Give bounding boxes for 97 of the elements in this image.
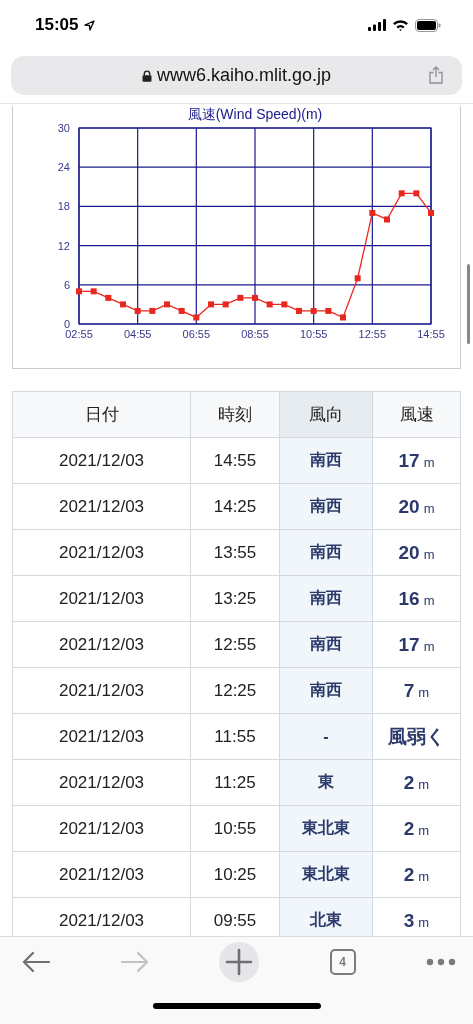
data-point (237, 294, 244, 301)
data-point (340, 314, 346, 321)
speed-cell: 2 m (372, 851, 461, 898)
y-axis-label: 12 (57, 239, 70, 252)
location-arrow-icon (84, 19, 96, 31)
x-axis-label: 08:55 (241, 328, 269, 340)
data-point (325, 307, 332, 314)
time-cell: 10:25 (190, 851, 280, 898)
time-cell: 11:25 (190, 759, 280, 806)
data-point (193, 314, 200, 321)
data-point (164, 301, 170, 308)
data-point (296, 307, 302, 314)
tab-count-button[interactable]: 4 (329, 949, 356, 975)
direction-cell: 東北東 (279, 805, 373, 852)
speed-cell: 風弱く (372, 713, 461, 760)
column-header: 風向 (279, 391, 373, 438)
x-axis-label: 04:55 (123, 328, 152, 340)
date-cell: 2021/12/03 (12, 851, 191, 898)
date-cell: 2021/12/03 (12, 759, 191, 806)
data-point (90, 288, 97, 295)
speed-cell: 20 m (372, 483, 461, 530)
speed-cell: 2 m (372, 759, 461, 806)
time-cell: 13:25 (190, 575, 280, 622)
time-cell: 14:55 (190, 437, 280, 484)
speed-cell: 17 m (372, 621, 461, 668)
speed-cell: 20 m (372, 529, 461, 576)
time-cell: 13:55 (190, 529, 280, 576)
time-cell: 11:55 (190, 713, 280, 760)
speed-cell: 16 m (372, 575, 461, 622)
time-cell: 14:25 (190, 483, 280, 530)
data-point (310, 307, 317, 314)
direction-cell: 南西 (279, 667, 373, 714)
data-point (252, 294, 258, 301)
column-header: 日付 (12, 391, 191, 438)
data-point (369, 209, 376, 216)
date-cell: 2021/12/03 (12, 575, 191, 622)
data-point (281, 301, 288, 308)
y-axis-label: 0 (63, 318, 70, 330)
column-header: 風速 (372, 391, 461, 438)
speed-cell: 17 m (372, 437, 461, 484)
x-axis-label: 12:55 (358, 328, 387, 340)
x-axis-label: 02:55 (65, 328, 93, 340)
direction-cell: 南西 (279, 575, 373, 622)
status-time: 15:05 (35, 15, 79, 35)
y-axis-label: 6 (63, 278, 70, 291)
data-point (428, 209, 434, 216)
date-cell: 2021/12/03 (12, 667, 191, 714)
date-cell: 2021/12/03 (12, 529, 191, 576)
x-axis-label: 14:55 (417, 328, 445, 340)
date-cell: 2021/12/03 (12, 483, 191, 530)
chart-title: 風速(Wind Speed)(m) (187, 106, 323, 122)
y-axis-label: 18 (57, 200, 70, 213)
signal-icon (368, 19, 386, 31)
data-point (208, 301, 214, 308)
data-point (120, 301, 126, 308)
lock-icon (141, 69, 152, 82)
data-point (134, 307, 141, 314)
data-point (398, 190, 405, 197)
date-cell: 2021/12/03 (12, 713, 191, 760)
data-point (413, 190, 420, 197)
direction-cell: 南西 (279, 483, 373, 530)
direction-cell: 南西 (279, 437, 373, 484)
date-cell: 2021/12/03 (12, 805, 191, 852)
wifi-icon (392, 19, 409, 31)
data-point (178, 307, 185, 314)
address-bar[interactable]: www6.kaiho.mlit.go.jp (11, 56, 462, 95)
url-text: www6.kaiho.mlit.go.jp (156, 65, 332, 86)
direction-cell: 北東 (279, 897, 373, 936)
time-cell: 10:55 (190, 805, 280, 852)
battery-icon (415, 18, 441, 32)
x-axis-label: 06:55 (182, 328, 211, 340)
x-axis-label: 10:55 (299, 328, 328, 340)
data-point (222, 301, 229, 308)
time-cell: 12:25 (190, 667, 280, 714)
direction-cell: 南西 (279, 529, 373, 576)
more-icon[interactable] (426, 958, 456, 966)
direction-cell: - (279, 713, 373, 760)
direction-cell: 東 (279, 759, 373, 806)
column-header: 時刻 (190, 391, 280, 438)
back-icon[interactable] (22, 951, 50, 973)
data-point (76, 288, 82, 295)
speed-cell: 7 m (372, 667, 461, 714)
data-point (149, 307, 156, 314)
data-point (354, 275, 361, 282)
direction-cell: 東北東 (279, 851, 373, 898)
speed-cell: 2 m (372, 805, 461, 852)
data-point (105, 294, 112, 301)
time-cell: 12:55 (190, 621, 280, 668)
date-cell: 2021/12/03 (12, 621, 191, 668)
data-point (384, 216, 390, 223)
data-point (266, 301, 273, 308)
y-axis-label: 24 (57, 161, 70, 174)
share-icon[interactable] (429, 66, 443, 84)
y-axis-label: 30 (57, 122, 70, 134)
new-tab-button[interactable] (219, 942, 259, 982)
date-cell: 2021/12/03 (12, 437, 191, 484)
direction-cell: 南西 (279, 621, 373, 668)
